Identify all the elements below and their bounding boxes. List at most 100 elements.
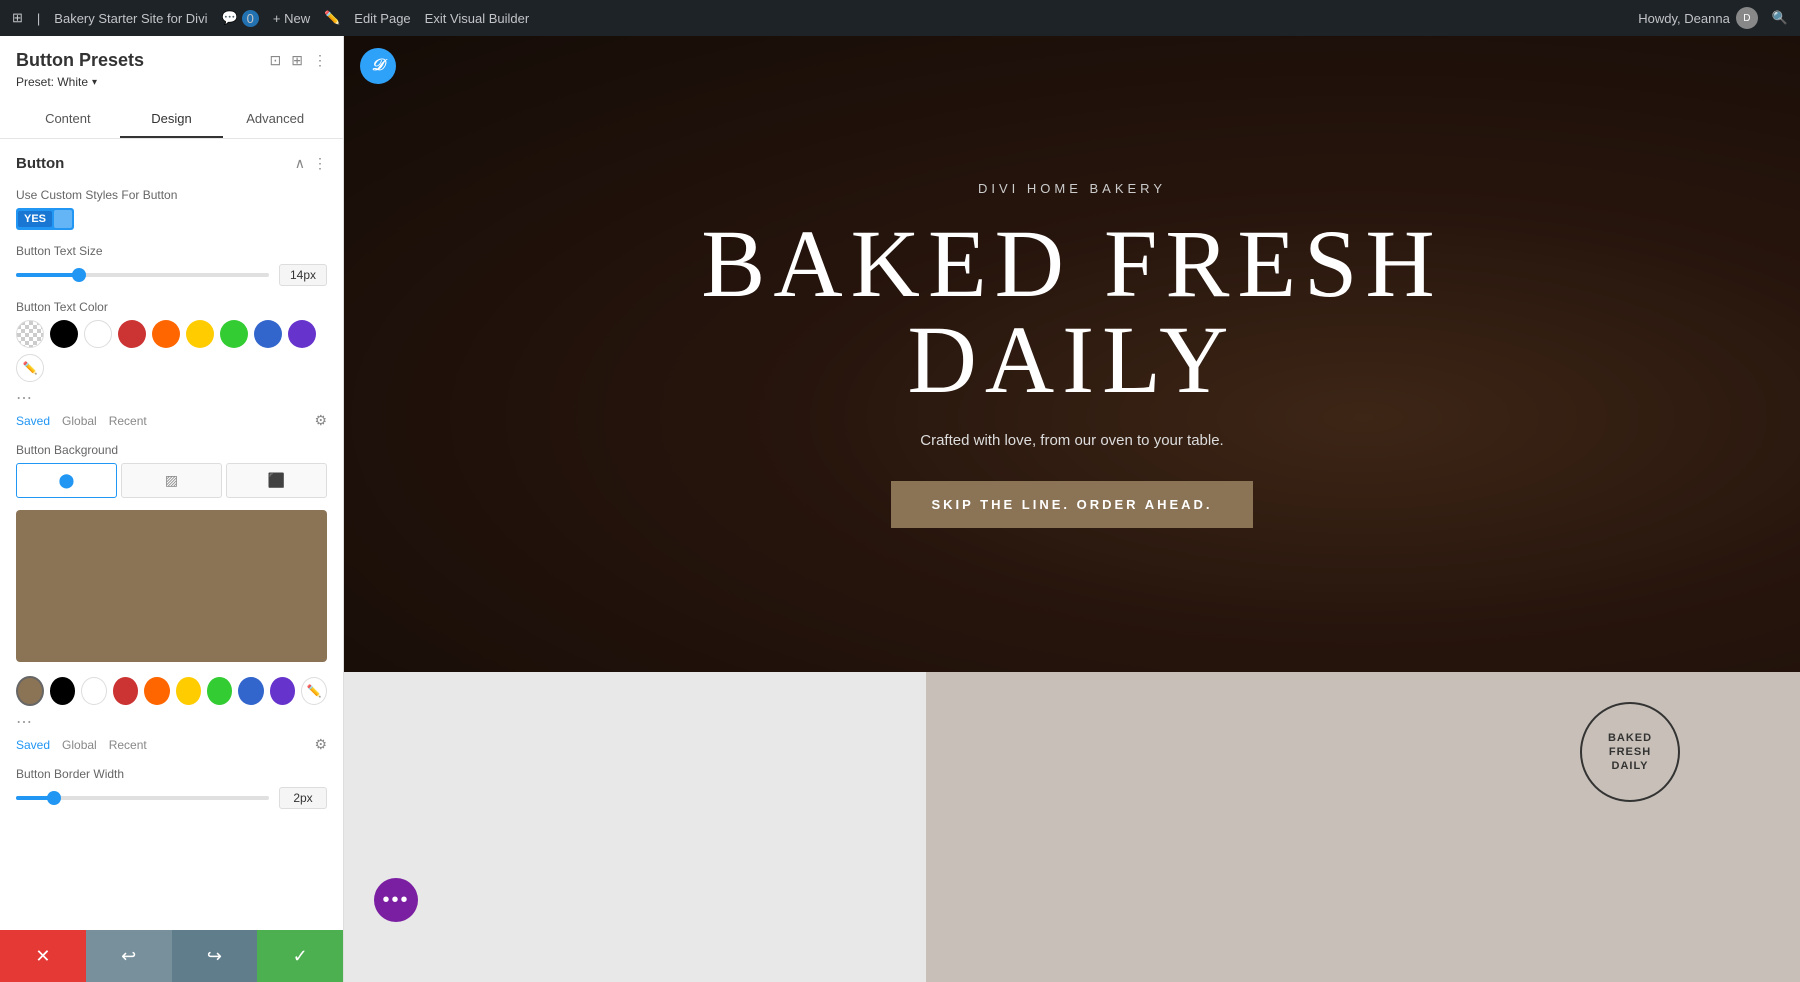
bg-color-tab-global[interactable]: Global [62, 738, 97, 752]
custom-styles-toggle[interactable]: YES [16, 208, 74, 230]
text-size-slider-track[interactable] [16, 273, 269, 277]
preview-img-area [926, 672, 1800, 982]
preset-dropdown-arrow[interactable]: ▾ [92, 77, 97, 88]
color-settings-icon[interactable]: ⚙ [314, 412, 327, 429]
color-dots-more[interactable]: ⋯ [16, 388, 327, 408]
text-color-red[interactable] [118, 320, 146, 348]
border-slider-thumb[interactable] [47, 791, 61, 805]
bg-color-tab-saved[interactable]: Saved [16, 738, 50, 752]
color-tab-global[interactable]: Global [62, 414, 97, 428]
new-link[interactable]: + New [273, 11, 310, 26]
color-tab-recent[interactable]: Recent [109, 414, 147, 428]
purple-menu-button[interactable]: ••• [374, 878, 418, 922]
border-width-label: Button Border Width [16, 767, 327, 781]
bg-type-row: ⬤ ▨ ⬛ [16, 463, 327, 498]
text-color-black[interactable] [50, 320, 78, 348]
text-color-yellow[interactable] [186, 320, 214, 348]
hero-title-line1: BAKED FRESH [701, 216, 1442, 312]
text-color-field: Button Text Color ✏️ ⋯ Saved Global [16, 300, 327, 429]
bg-color-yellow[interactable] [176, 677, 201, 705]
hero-cta-button[interactable]: SKIP THE LINE. ORDER AHEAD. [891, 481, 1252, 528]
text-color-blue[interactable] [254, 320, 282, 348]
bg-color-settings-icon[interactable]: ⚙ [314, 736, 327, 753]
undo-button[interactable]: ↩ [86, 930, 172, 982]
more-icon[interactable]: ⋮ [313, 52, 327, 69]
undo-icon: ↩ [121, 946, 136, 967]
tabs-row: Content Design Advanced [16, 101, 327, 138]
bg-color-tab-recent[interactable]: Recent [109, 738, 147, 752]
text-color-white[interactable] [84, 320, 112, 348]
left-panel: Button Presets ⊡ ⊞ ⋮ Preset: White ▾ Con… [0, 36, 344, 982]
bg-selected-swatch[interactable] [16, 676, 44, 706]
collapse-icon[interactable]: ∧ [295, 155, 305, 172]
exit-builder-link[interactable]: Exit Visual Builder [425, 11, 530, 26]
cancel-button[interactable]: ✕ [0, 930, 86, 982]
bottom-bar: ✕ ↩ ↪ ✓ [0, 930, 343, 982]
bg-gradient-icon: ▨ [165, 472, 178, 489]
preset-label-text: Preset: White [16, 75, 88, 89]
grid-icon[interactable]: ⊞ [291, 52, 303, 69]
bg-color-white[interactable] [81, 677, 107, 705]
wp-logo-icon[interactable]: ⊞ [12, 10, 23, 26]
bg-color-custom[interactable]: ✏️ [301, 677, 327, 705]
bg-solid-btn[interactable]: ⬤ [16, 463, 117, 498]
save-button[interactable]: ✓ [257, 930, 343, 982]
tab-advanced[interactable]: Advanced [223, 101, 327, 138]
text-size-value: 14px [279, 264, 327, 286]
text-color-custom[interactable]: ✏️ [16, 354, 44, 382]
divi-toolbar-btn[interactable]: 𝒟 [360, 48, 396, 84]
purple-dots-icon: ••• [382, 889, 409, 912]
text-color-orange[interactable] [152, 320, 180, 348]
bg-gradient-btn[interactable]: ▨ [121, 463, 222, 498]
text-size-slider-row: 14px [16, 264, 327, 286]
bg-color-red[interactable] [113, 677, 138, 705]
bg-color-purple[interactable] [270, 677, 295, 705]
comments-link[interactable]: 💬 0 [221, 10, 258, 27]
bg-color-blue[interactable] [238, 677, 263, 705]
bg-image-btn[interactable]: ⬛ [226, 463, 327, 498]
bg-color-orange[interactable] [144, 677, 169, 705]
section-more-icon[interactable]: ⋮ [313, 155, 327, 172]
search-icon[interactable]: 🔍 [1772, 10, 1788, 26]
section-icons: ∧ ⋮ [295, 155, 327, 172]
circle-stamp-text: BAKEDFRESHDAILY [1608, 731, 1652, 774]
comment-icon: 💬 [221, 10, 237, 26]
tab-content[interactable]: Content [16, 101, 120, 138]
bg-color-swatches-field: ✏️ ⋯ Saved Global Recent ⚙ [16, 676, 327, 753]
text-color-label: Button Text Color [16, 300, 327, 314]
bg-color-preview[interactable] [16, 510, 327, 662]
color-tab-saved[interactable]: Saved [16, 414, 50, 428]
slider-fill [16, 273, 79, 277]
redo-button[interactable]: ↪ [172, 930, 258, 982]
edit-page-link[interactable]: Edit Page [354, 11, 410, 26]
site-name-link[interactable]: Bakery Starter Site for Divi [54, 11, 207, 26]
hero-title-line2: DAILY [701, 312, 1442, 408]
bg-color-green[interactable] [207, 677, 232, 705]
text-size-label: Button Text Size [16, 244, 327, 258]
admin-bar-right: Howdy, Deanna D 🔍 [1638, 7, 1788, 29]
toggle-spacer [54, 210, 72, 228]
bg-color-swatches-row: ✏️ [16, 676, 327, 706]
button-section-header: Button ∧ ⋮ [16, 155, 327, 172]
text-size-field: Button Text Size 14px [16, 244, 327, 286]
hero-content: DIVI HOME BAKERY BAKED FRESH DAILY Craft… [661, 141, 1482, 568]
border-width-track[interactable] [16, 796, 269, 800]
comment-count: 0 [242, 10, 259, 27]
border-width-value: 2px [279, 787, 327, 809]
custom-styles-field: Use Custom Styles For Button YES [16, 188, 327, 230]
bg-field: Button Background ⬤ ▨ ⬛ [16, 443, 327, 662]
text-color-transparent[interactable] [16, 320, 44, 348]
admin-bar-left: ⊞ | Bakery Starter Site for Divi 💬 0 + N… [12, 10, 1622, 27]
panel-title-row: Button Presets ⊡ ⊞ ⋮ [16, 50, 327, 71]
bg-dots-more[interactable]: ⋯ [16, 712, 327, 732]
slider-thumb[interactable] [72, 268, 86, 282]
save-icon: ✓ [293, 946, 308, 967]
border-width-slider-row: 2px [16, 787, 327, 809]
text-color-green[interactable] [220, 320, 248, 348]
tab-design[interactable]: Design [120, 101, 224, 138]
bg-color-black[interactable] [50, 677, 75, 705]
howdy-section: Howdy, Deanna D [1638, 7, 1758, 29]
text-color-purple[interactable] [288, 320, 316, 348]
duplicate-icon[interactable]: ⊡ [270, 52, 282, 69]
border-width-field: Button Border Width 2px [16, 767, 327, 809]
